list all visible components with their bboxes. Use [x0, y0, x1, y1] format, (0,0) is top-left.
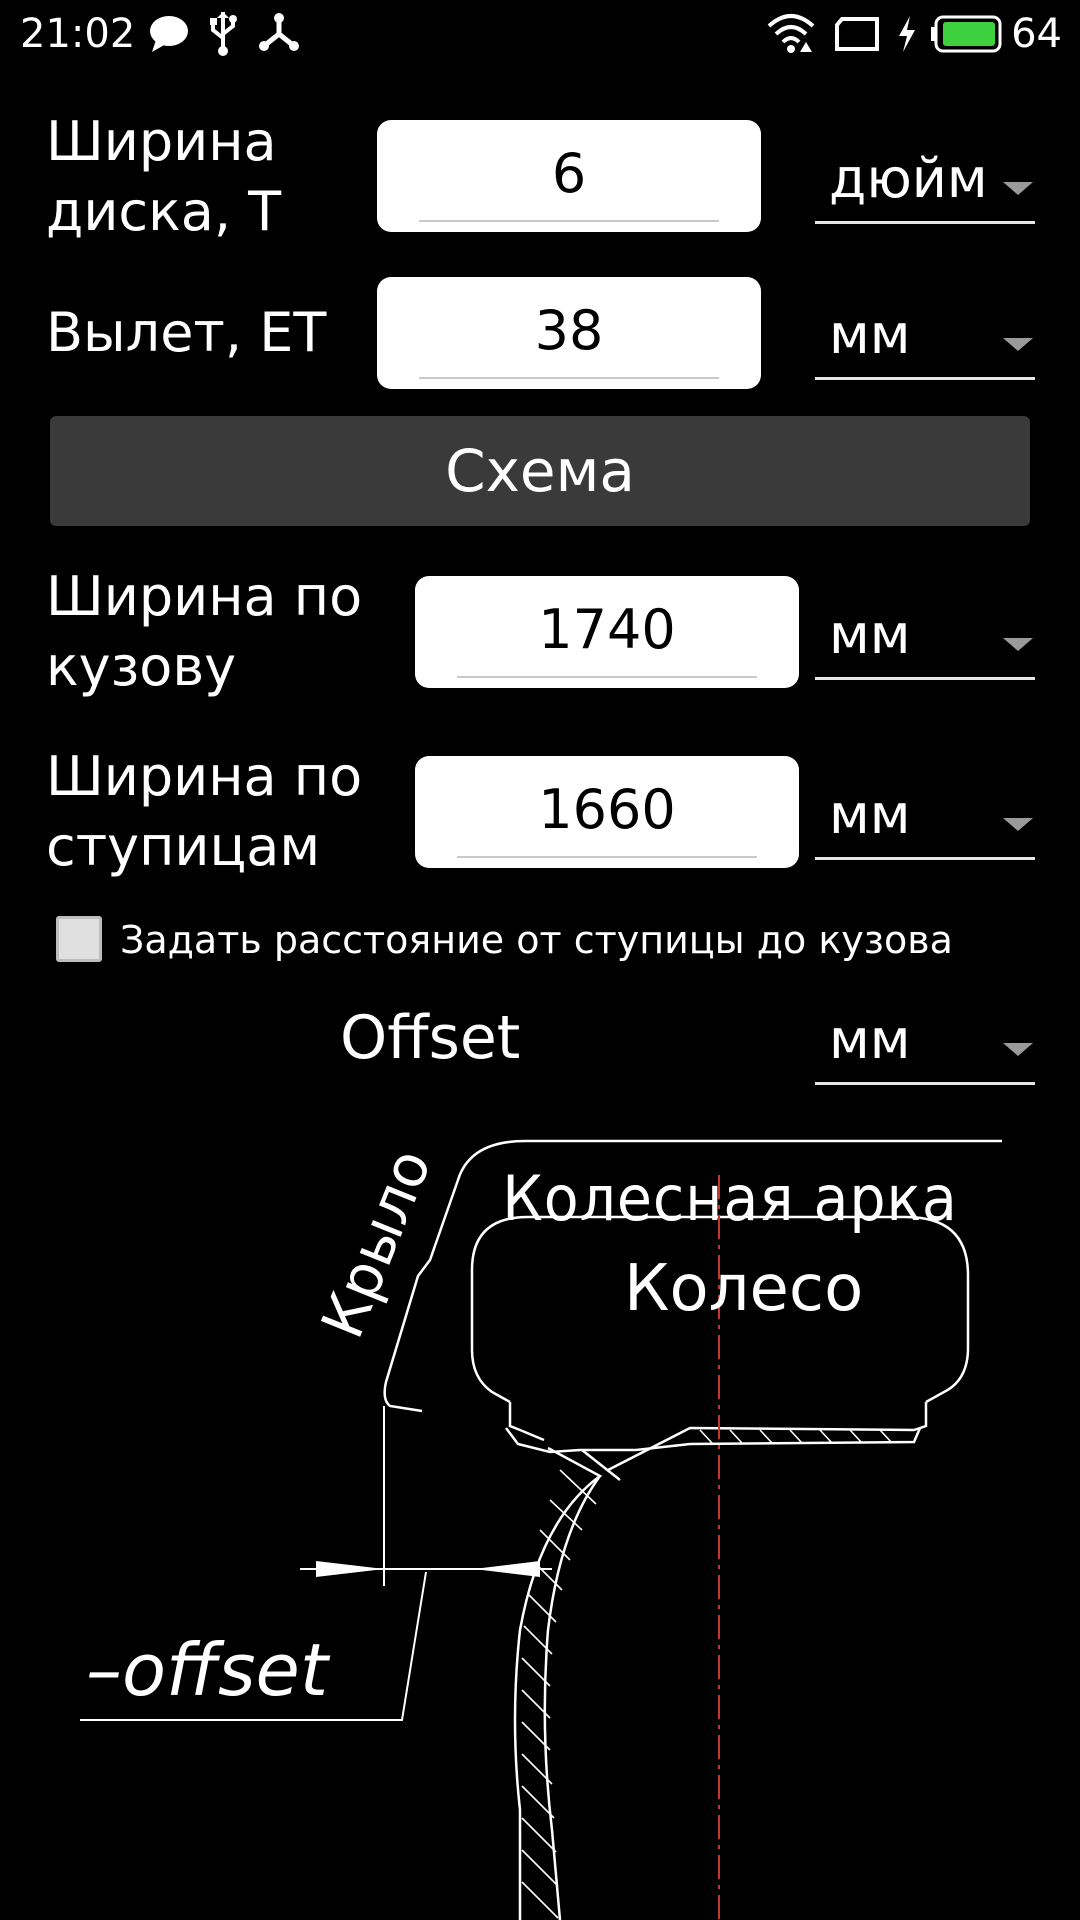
- hub-width-label: Ширина по ступицам: [46, 745, 363, 878]
- charging-icon: [899, 16, 915, 52]
- wifi-icon: [767, 14, 815, 53]
- rim-width-unit: дюйм: [829, 147, 988, 210]
- offset-diagram-label: –offset: [86, 1628, 331, 1712]
- dropdown-arrow-icon: [1003, 338, 1033, 351]
- offset-et-label: Вылет, ЕТ: [46, 301, 327, 364]
- disc-hatch: [521, 1469, 597, 1919]
- status-time: 21:02: [20, 11, 136, 57]
- hub-width-value: 1660: [538, 778, 676, 841]
- set-distance-checkbox-label[interactable]: Задать расстояние от ступицы до кузова: [120, 912, 953, 968]
- chat-bubble-icon: [150, 16, 188, 52]
- wheel-arch-diagram: Колесная арка Крыло Колесо –offset: [80, 1140, 1002, 1920]
- dropdown-arrow-icon: [1003, 638, 1033, 651]
- wheel-label: Колесо: [624, 1252, 863, 1326]
- hub-width-unit: мм: [829, 783, 911, 846]
- hub-width-input[interactable]: 1660: [415, 756, 799, 868]
- battery-icon: [931, 15, 1002, 53]
- offset-et-input[interactable]: 38: [377, 277, 761, 389]
- right-arrow-icon: [474, 1561, 540, 1577]
- offset-et-underline: [419, 377, 719, 379]
- rim-hatch: [699, 1429, 893, 1444]
- scheme-button[interactable]: Схема: [50, 416, 1030, 526]
- rim-width-value: 6: [551, 142, 587, 205]
- arch-label: Колесная арка: [502, 1164, 957, 1236]
- status-bar: 21:02 64: [0, 0, 1080, 70]
- offset-result-unit: мм: [829, 1008, 911, 1071]
- body-width-underline: [457, 676, 757, 678]
- screen-icon: [835, 17, 879, 51]
- share-icon: [259, 13, 299, 51]
- rim-width-input[interactable]: 6: [377, 120, 761, 232]
- body-width-unit-spinner[interactable]: мм: [815, 600, 1035, 680]
- dropdown-arrow-icon: [1003, 818, 1033, 831]
- offset-et-value: 38: [534, 299, 604, 362]
- offset-result-unit-spinner[interactable]: мм: [815, 1005, 1035, 1085]
- body-width-label: Ширина по кузову: [46, 565, 363, 698]
- battery-level: 64: [1011, 11, 1062, 57]
- rim-width-label: Ширина диска, Т: [46, 110, 282, 243]
- rim-width-unit-spinner[interactable]: дюйм: [815, 144, 1035, 224]
- left-arrow-icon: [316, 1561, 384, 1577]
- hub-width-unit-spinner[interactable]: мм: [815, 780, 1035, 860]
- hub-width-underline: [457, 856, 757, 858]
- rim-width-underline: [419, 220, 719, 222]
- usb-icon: [210, 12, 237, 56]
- offset-result-label: Offset: [340, 1003, 521, 1073]
- offset-et-unit: мм: [829, 303, 911, 366]
- body-width-input[interactable]: 1740: [415, 576, 799, 688]
- wheel-disc: [513, 1446, 621, 1920]
- set-distance-checkbox[interactable]: [56, 916, 102, 962]
- app-screen: 21:02 64 Ширина диска, Т 6 дюйм Вылет, Е…: [0, 0, 1080, 1920]
- dropdown-arrow-icon: [1003, 182, 1033, 195]
- dropdown-arrow-icon: [1003, 1043, 1033, 1056]
- offset-et-unit-spinner[interactable]: мм: [815, 300, 1035, 380]
- fender-label: Крыло: [308, 1140, 445, 1348]
- body-width-unit: мм: [829, 603, 911, 666]
- body-width-value: 1740: [538, 598, 676, 661]
